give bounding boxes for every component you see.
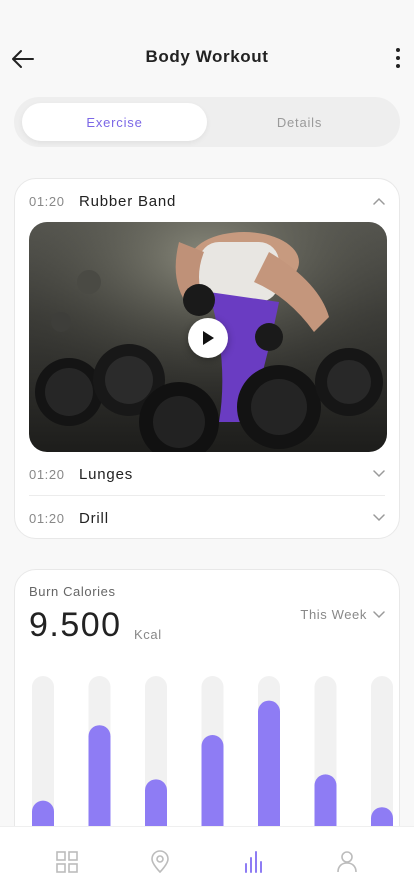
bottom-navigation bbox=[0, 826, 414, 896]
exercise-video[interactable] bbox=[29, 222, 387, 452]
exercise-name: Rubber Band bbox=[79, 192, 177, 210]
nav-dashboard[interactable] bbox=[47, 842, 87, 882]
exercise-time: 01:20 bbox=[29, 193, 65, 209]
more-dot bbox=[396, 64, 400, 68]
exercise-name: Lunges bbox=[79, 465, 134, 483]
chevron-down-icon[interactable] bbox=[373, 512, 385, 524]
location-icon bbox=[151, 849, 170, 873]
exercise-item-rubber-band[interactable]: 01:20 Rubber Band bbox=[29, 179, 385, 223]
profile-icon bbox=[337, 850, 358, 872]
chevron-up-icon[interactable] bbox=[373, 195, 385, 207]
dashboard-icon bbox=[55, 850, 78, 873]
exercise-item-drill[interactable]: 01:20 Drill bbox=[29, 496, 385, 540]
stats-icon bbox=[244, 850, 262, 873]
segmented-tabs: Exercise Details bbox=[14, 97, 400, 147]
header: Body Workout bbox=[0, 0, 414, 96]
nav-location[interactable] bbox=[140, 842, 180, 882]
exercise-list-card: 01:20 Rubber Band 01:20 Lunges 01:20 Dri… bbox=[14, 178, 400, 539]
nav-stats[interactable] bbox=[234, 842, 274, 882]
more-options-button[interactable] bbox=[390, 45, 406, 71]
nav-profile[interactable] bbox=[327, 842, 367, 882]
exercise-name: Drill bbox=[79, 509, 109, 527]
exercise-item-lunges[interactable]: 01:20 Lunges bbox=[29, 452, 385, 496]
tab-details[interactable]: Details bbox=[207, 103, 392, 141]
tab-exercise[interactable]: Exercise bbox=[22, 103, 207, 141]
play-button[interactable] bbox=[188, 318, 228, 358]
play-icon bbox=[203, 331, 214, 345]
chevron-down-icon[interactable] bbox=[373, 468, 385, 480]
more-dot bbox=[396, 56, 400, 60]
exercise-time: 01:20 bbox=[29, 466, 65, 482]
exercise-time: 01:20 bbox=[29, 510, 65, 526]
more-dot bbox=[396, 48, 400, 52]
page-title: Body Workout bbox=[145, 47, 269, 66]
